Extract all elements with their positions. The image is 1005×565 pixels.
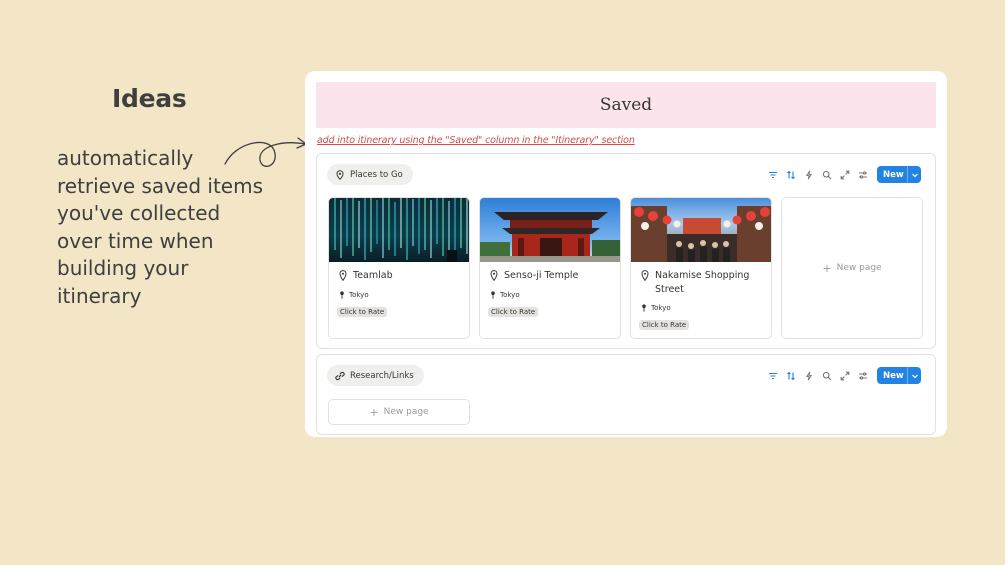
card-cover-image [480, 198, 620, 262]
sort-icon[interactable] [784, 369, 798, 383]
curly-arrow-icon [224, 137, 308, 167]
rate-tag[interactable]: Click to Rate [639, 320, 690, 330]
search-icon[interactable] [820, 168, 834, 182]
card-cover-image [631, 198, 771, 262]
card-location-label: Tokyo [651, 304, 671, 312]
new-button[interactable]: New [877, 166, 921, 183]
filter-icon[interactable] [766, 369, 780, 383]
gallery-card-senso-ji-temple[interactable]: Senso-ji Temple Tokyo Click to Rate [479, 197, 621, 339]
card-title: Nakamise Shopping Street [655, 270, 750, 295]
ideas-line: you've collected [57, 201, 221, 225]
view-tab-research-links[interactable]: Research/Links [327, 365, 424, 386]
itinerary-note: add into itinerary using the "Saved" col… [317, 135, 635, 146]
settings-sliders-icon[interactable] [856, 369, 870, 383]
new-button[interactable]: New [877, 367, 921, 384]
card-location: Tokyo [490, 291, 520, 299]
card-location-label: Tokyo [349, 291, 369, 299]
database-toolbar: New [766, 367, 921, 384]
ideas-line: building your [57, 256, 189, 280]
map-pin-icon [339, 270, 347, 281]
ideas-line: over time when [57, 228, 214, 253]
new-button-label: New [883, 169, 904, 180]
pushpin-icon [340, 291, 344, 299]
map-pin-icon [641, 270, 649, 281]
rate-tag[interactable]: Click to Rate [488, 307, 539, 317]
card-title-row: Nakamise Shopping Street [641, 269, 755, 297]
card-location-label: Tokyo [500, 291, 520, 299]
new-page-label: New page [383, 407, 429, 417]
chevron-down-icon[interactable] [907, 367, 921, 384]
notion-panel: Saved add into itinerary using the "Save… [305, 71, 947, 437]
database-toolbar: New [766, 166, 921, 183]
gallery-card-nakamise-shopping-street[interactable]: Nakamise Shopping Street Tokyo Click to … [630, 197, 772, 339]
plus-icon: + [369, 405, 379, 419]
card-title: Teamlab [353, 270, 393, 281]
pushpin-icon [642, 304, 646, 312]
research-links-section: Research/Links New + New page [316, 354, 936, 435]
view-tab-places-to-go[interactable]: Places to Go [327, 164, 413, 185]
card-location: Tokyo [339, 291, 369, 299]
map-pin-icon [490, 270, 498, 281]
view-tab-label: Research/Links [350, 370, 414, 381]
pushpin-icon [491, 291, 495, 299]
banner-title: Saved [599, 95, 653, 115]
card-title: Senso-ji Temple [504, 270, 579, 281]
card-location: Tokyo [641, 304, 671, 312]
expand-icon[interactable] [838, 168, 852, 182]
new-page-button[interactable]: + New page [328, 399, 470, 425]
search-icon[interactable] [820, 369, 834, 383]
rate-tag[interactable]: Click to Rate [337, 307, 388, 317]
new-page-label: New page [836, 263, 882, 273]
new-button-label: New [883, 370, 904, 381]
card-title-row: Senso-ji Temple [490, 269, 604, 283]
link-icon [335, 371, 345, 380]
chevron-down-icon[interactable] [907, 166, 921, 183]
view-tab-label: Places to Go [350, 169, 403, 180]
map-pin-icon [336, 169, 344, 180]
expand-icon[interactable] [838, 369, 852, 383]
ideas-line: retrieve saved items [57, 173, 263, 198]
ideas-line: itinerary [57, 283, 142, 308]
card-cover-image [329, 198, 469, 262]
places-to-go-section: Places to Go New Teamlab Tokyo Click to … [316, 153, 936, 349]
ideas-title: Ideas [112, 84, 187, 113]
plus-icon: + [822, 261, 832, 275]
sort-icon[interactable] [784, 168, 798, 182]
card-title-row: Teamlab [339, 269, 453, 283]
saved-banner: Saved [316, 82, 936, 128]
settings-sliders-icon[interactable] [856, 168, 870, 182]
gallery-card-teamlab[interactable]: Teamlab Tokyo Click to Rate [328, 197, 470, 339]
lightning-icon[interactable] [802, 168, 816, 182]
filter-icon[interactable] [766, 168, 780, 182]
new-page-card[interactable]: + New page [781, 197, 923, 339]
lightning-icon[interactable] [802, 369, 816, 383]
